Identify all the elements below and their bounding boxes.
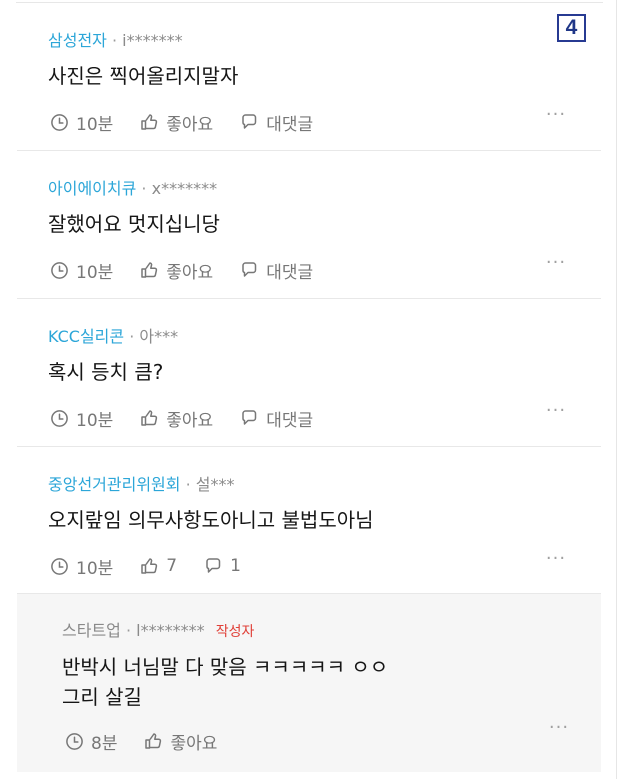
right-scroll-edge xyxy=(616,0,617,779)
comment-time: 10분 xyxy=(49,406,113,431)
reply-author-link[interactable]: 스타트업 xyxy=(62,621,121,640)
reply-meta: 스타트업 · l******** 작성자 xyxy=(62,621,254,642)
clock-icon xyxy=(49,112,69,132)
thumbs-up-icon xyxy=(139,260,159,280)
comment-list-page: 4 삼성전자 · i******* 사진은 찍어올리지말자 10분 좋아요 대댓… xyxy=(0,0,619,779)
comment-author-link[interactable]: 삼성전자 xyxy=(48,31,107,50)
speech-bubble-icon xyxy=(239,112,259,132)
clock-icon xyxy=(49,556,69,576)
more-options-button[interactable]: ··· xyxy=(544,550,568,573)
comment-author-link[interactable]: 아이에이치큐 xyxy=(48,179,136,198)
comment-text: 오지랖임 의무사항도아니고 불법도아님 xyxy=(48,508,374,532)
meta-separator: · xyxy=(111,31,118,50)
reply-item: 스타트업 · l******** 작성자 반박시 너님말 다 맞음 ㅋㅋㅋㅋㅋ … xyxy=(17,594,601,772)
more-options-button[interactable]: ··· xyxy=(544,402,568,425)
comment-text: 사진은 찍어올리지말자 xyxy=(48,64,239,88)
reply-time: 8분 xyxy=(64,729,117,754)
time-label: 10분 xyxy=(76,410,114,431)
reply-button[interactable]: 대댓글 xyxy=(239,406,313,431)
like-button[interactable]: 좋아요 xyxy=(139,110,213,135)
masked-user-id: x******* xyxy=(151,179,218,198)
comment-text: 잘했어요 멋지십니당 xyxy=(48,212,220,236)
masked-user-id: l******** xyxy=(136,621,205,640)
clock-icon xyxy=(49,260,69,280)
reply-actions: 8분 좋아요 xyxy=(64,728,243,754)
comment-actions: 10분 7 1 xyxy=(49,553,267,579)
comment-actions: 10분 좋아요 대댓글 xyxy=(49,109,339,135)
speech-bubble-icon xyxy=(239,260,259,280)
author-badge: 작성자 xyxy=(215,624,255,640)
comment-item: KCC실리콘 · 아*** 혹시 등치 큼? 10분 좋아요 대댓글 ··· xyxy=(17,299,601,446)
masked-user-id: i******* xyxy=(122,31,183,50)
more-options-button[interactable]: ··· xyxy=(544,106,568,129)
clock-icon xyxy=(64,731,84,751)
comment-meta: 아이에이치큐 · x******* xyxy=(48,179,217,199)
comment-meta: KCC실리콘 · 아*** xyxy=(48,327,178,347)
like-label: 좋아요 xyxy=(166,114,214,135)
comment-actions: 10분 좋아요 대댓글 xyxy=(49,405,339,431)
speech-bubble-icon xyxy=(239,408,259,428)
like-button[interactable]: 좋아요 xyxy=(143,729,217,754)
comment-text: 혹시 등치 큼? xyxy=(48,360,164,384)
comment-author-link[interactable]: 중앙선거관리위원회 xyxy=(48,475,180,494)
thumbs-up-icon xyxy=(139,112,159,132)
thumbs-up-icon xyxy=(139,556,159,576)
like-button[interactable]: 좋아요 xyxy=(139,258,213,283)
reply-button[interactable]: 1 xyxy=(203,556,241,576)
comment-time: 10분 xyxy=(49,554,113,579)
time-label: 10분 xyxy=(76,114,114,135)
comment-item: 삼성전자 · i******* 사진은 찍어올리지말자 10분 좋아요 대댓글 … xyxy=(17,3,601,150)
comment-item: 중앙선거관리위원회 · 설*** 오지랖임 의무사항도아니고 불법도아님 10분… xyxy=(17,447,601,593)
reply-count: 1 xyxy=(230,556,241,576)
meta-separator: · xyxy=(129,327,135,346)
thumbs-up-icon xyxy=(143,731,163,751)
reply-label: 대댓글 xyxy=(266,410,314,431)
comment-time: 10분 xyxy=(49,258,113,283)
like-label: 좋아요 xyxy=(170,733,218,754)
comment-meta: 삼성전자 · i******* xyxy=(48,31,183,51)
reply-label: 대댓글 xyxy=(266,262,314,283)
time-label: 10분 xyxy=(76,558,114,579)
reply-label: 대댓글 xyxy=(266,114,314,135)
masked-user-id: 아*** xyxy=(139,327,179,346)
reply-text: 반박시 너님말 다 맞음 ㅋㅋㅋㅋㅋ ㅇㅇ 그리 살길 xyxy=(62,655,389,709)
time-label: 8분 xyxy=(91,733,118,754)
masked-user-id: 설*** xyxy=(195,475,235,494)
like-label: 좋아요 xyxy=(166,410,214,431)
meta-separator: · xyxy=(185,475,191,494)
comment-actions: 10분 좋아요 대댓글 xyxy=(49,257,339,283)
time-label: 10분 xyxy=(76,262,114,283)
comment-item: 아이에이치큐 · x******* 잘했어요 멋지십니당 10분 좋아요 대댓글… xyxy=(17,151,601,298)
reply-button[interactable]: 대댓글 xyxy=(239,110,313,135)
clock-icon xyxy=(49,408,69,428)
like-button[interactable]: 7 xyxy=(139,556,177,576)
like-count: 7 xyxy=(166,556,178,576)
more-options-button[interactable]: ··· xyxy=(544,254,568,277)
more-options-button[interactable]: ··· xyxy=(547,719,571,742)
meta-separator: · xyxy=(125,621,132,640)
thumbs-up-icon xyxy=(139,408,159,428)
comment-author-link[interactable]: KCC실리콘 xyxy=(48,327,124,346)
reply-button[interactable]: 대댓글 xyxy=(239,258,313,283)
speech-bubble-icon xyxy=(203,556,223,576)
like-label: 좋아요 xyxy=(166,262,214,283)
like-button[interactable]: 좋아요 xyxy=(139,406,213,431)
comment-meta: 중앙선거관리위원회 · 설*** xyxy=(48,475,235,495)
comment-time: 10분 xyxy=(49,110,113,135)
meta-separator: · xyxy=(141,179,147,198)
